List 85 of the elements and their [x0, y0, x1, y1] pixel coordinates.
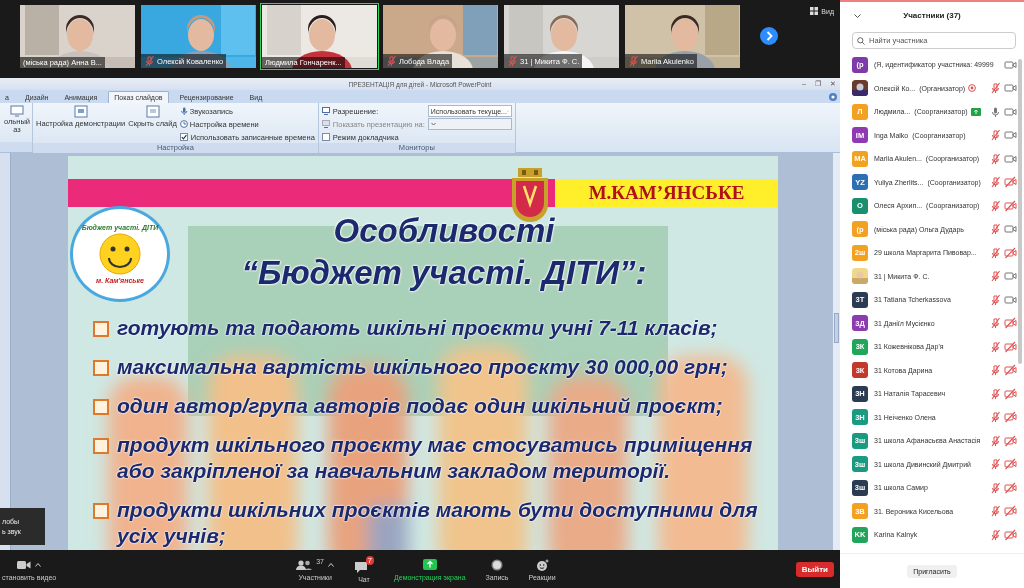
slide-title: Особливості — [333, 211, 555, 251]
camera-off-icon[interactable] — [1004, 528, 1017, 541]
grid-icon — [810, 7, 819, 15]
bullet-icon — [93, 399, 109, 415]
camera-off-icon[interactable] — [1004, 176, 1017, 189]
city-label: М.КАМ’ЯНСЬКЕ — [555, 179, 778, 207]
camera-icon[interactable] — [1004, 129, 1017, 142]
camera-off-icon[interactable] — [1004, 317, 1017, 330]
camera-icon[interactable] — [1004, 58, 1017, 71]
camera-off-icon[interactable] — [1004, 340, 1017, 353]
people-icon — [296, 559, 313, 570]
help-icon[interactable] — [829, 93, 837, 101]
checkbox[interactable] — [321, 133, 330, 141]
leave-button[interactable]: Выйти — [795, 562, 834, 577]
smiley-icon — [98, 232, 142, 276]
muted-mic-icon[interactable] — [990, 528, 1001, 541]
group-label-bar — [0, 142, 32, 152]
chevron-icon[interactable] — [854, 14, 861, 19]
microphone-icon[interactable] — [990, 105, 1001, 118]
microphone-icon — [179, 107, 188, 115]
bullet-icon — [93, 360, 109, 376]
camera-off-icon[interactable] — [1004, 387, 1017, 400]
camera-off-icon[interactable] — [1004, 434, 1017, 447]
bullet-icon — [93, 438, 109, 454]
muted-mic-icon[interactable] — [990, 387, 1001, 400]
muted-mic-icon[interactable] — [990, 481, 1001, 494]
muted-mic-icon[interactable] — [990, 293, 1001, 306]
camera-icon[interactable] — [1004, 152, 1017, 165]
muted-mic-icon[interactable] — [990, 176, 1001, 189]
scrollbar-thumb[interactable] — [834, 313, 839, 343]
scrollbar-thumb[interactable] — [1018, 59, 1022, 364]
record-icon — [491, 558, 504, 571]
camera-icon[interactable] — [1004, 293, 1017, 306]
muted-mic-icon[interactable] — [990, 223, 1001, 236]
camera-icon[interactable] — [1004, 223, 1017, 236]
checkbox[interactable] — [179, 133, 188, 141]
bullet-icon — [93, 503, 109, 519]
muted-mic-icon[interactable] — [990, 340, 1001, 353]
bullet-icon — [93, 321, 109, 337]
next-page-button[interactable] — [760, 27, 778, 45]
muted-mic-icon[interactable] — [990, 270, 1001, 283]
camera-off-icon[interactable] — [1004, 199, 1017, 212]
caret-icon — [430, 122, 436, 126]
dropdown-field[interactable] — [427, 118, 512, 130]
monitor-icon — [321, 107, 330, 115]
caret-icon — [35, 562, 42, 567]
camera-icon[interactable] — [1004, 105, 1017, 118]
camera-icon[interactable] — [1004, 270, 1017, 283]
muted-mic-icon[interactable] — [990, 434, 1001, 447]
muted-mic-icon[interactable] — [990, 199, 1001, 212]
camera-off-icon[interactable] — [1004, 364, 1017, 377]
slide-subtitle: “Бюджет участі. ДІТИ”: — [241, 253, 647, 293]
camera-icon — [17, 559, 32, 570]
monitor-icon — [321, 120, 330, 128]
share-screen-icon — [422, 559, 437, 570]
muted-mic-icon[interactable] — [990, 364, 1001, 377]
muted-mic-icon[interactable] — [990, 411, 1001, 424]
clock-icon — [179, 120, 188, 128]
chat-icon — [354, 560, 368, 573]
muted-mic-icon[interactable] — [990, 246, 1001, 259]
camera-off-icon[interactable] — [1004, 246, 1017, 259]
screen-icon — [10, 105, 24, 117]
camera-off-icon[interactable] — [1004, 411, 1017, 424]
camera-off-icon[interactable] — [1004, 505, 1017, 518]
bullet-text: продукт шкільного проєкту має стосуватись приміщення або закріпленої за навчальним закладом території. — [117, 432, 754, 484]
muted-mic-icon[interactable] — [990, 82, 1001, 95]
bullet-text: продукти шкільних проєктів мають бути доступними для усіх учнів; — [117, 497, 759, 549]
slide-settings-icon — [73, 105, 88, 119]
camera-icon[interactable] — [1004, 82, 1017, 95]
muted-mic-icon[interactable] — [990, 458, 1001, 471]
muted-mic-icon[interactable] — [990, 152, 1001, 165]
camera-off-icon[interactable] — [1004, 458, 1017, 471]
bullet-text: максимальна вартість шкільного проєкту 30 000,00 грн; — [117, 354, 729, 380]
scrollbar[interactable] — [833, 153, 840, 550]
muted-mic-icon[interactable] — [990, 129, 1001, 142]
muted-mic-icon[interactable] — [990, 505, 1001, 518]
unread-badge: 7 — [365, 555, 374, 565]
bullet-text: готують та подають шкільні проєкти учні 7-11 класів; — [117, 315, 719, 341]
muted-mic-icon[interactable] — [990, 317, 1001, 330]
bullet-text: один автор/група авторів подає один шкільний проєкт; — [117, 393, 724, 419]
smiley-icon — [535, 558, 549, 571]
camera-off-icon[interactable] — [1004, 481, 1017, 494]
caret-icon — [328, 562, 334, 567]
hidden-slide-icon — [145, 105, 160, 119]
panel-title: Участники (37) — [903, 10, 961, 20]
